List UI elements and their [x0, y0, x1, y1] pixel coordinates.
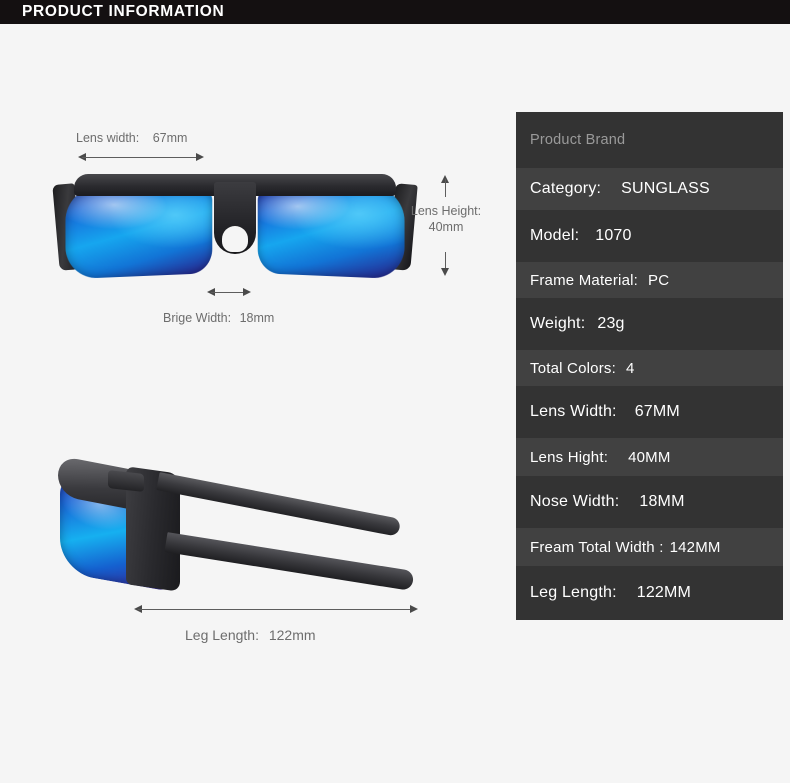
spec-row-label: Model:	[530, 227, 580, 244]
front-lens-left	[65, 184, 213, 280]
annotation-lens-height-label: Lens Height:	[410, 204, 482, 218]
annotation-lens-height-value: 40mm	[428, 220, 464, 234]
spec-row-label: Leg Length:	[530, 584, 617, 601]
lens-height-dimension-arrow-bottom	[441, 248, 450, 276]
specification-table: Product Brand Category: SUNGLASS Model: 1070…	[516, 112, 783, 620]
spec-row-value: 122MM	[636, 584, 692, 601]
arrow-line	[445, 179, 446, 197]
front-lens-right	[257, 184, 405, 280]
front-nose-bridge	[214, 182, 256, 254]
arrow-head-right-icon	[410, 605, 418, 613]
spec-row-value: 18MM	[639, 493, 685, 510]
annotation-bridge-width-label: Brige Width:	[163, 311, 232, 325]
sunglasses-front-view	[52, 174, 418, 286]
spec-row: Model: 1070	[516, 210, 783, 262]
side-temple-near	[164, 532, 415, 591]
page-title: PRODUCT INFORMATION	[22, 3, 225, 20]
front-frame-body	[65, 174, 405, 280]
spec-row: Lens Hight: 40MM	[516, 438, 783, 476]
spec-row-label: Fream Total Width :	[530, 538, 664, 556]
spec-row: Fream Total Width : 142MM	[516, 528, 783, 566]
spec-row: Category: SUNGLASS	[516, 168, 783, 210]
spec-row-label: Total Colors:	[530, 359, 616, 377]
spec-row: Weight: 23g	[516, 298, 783, 350]
annotation-leg-length-value: 122mm	[268, 627, 316, 643]
spec-row: Frame Material: PC	[516, 262, 783, 298]
spec-row-label: Lens Hight:	[530, 448, 609, 466]
leg-length-dimension-arrow	[134, 605, 418, 614]
annotation-bridge-width: Brige Width: 18mm	[163, 311, 274, 325]
side-hinge	[108, 470, 144, 492]
arrow-line	[82, 157, 200, 158]
spec-row-label: Frame Material:	[530, 271, 639, 289]
arrow-head-right-icon	[243, 288, 251, 296]
spec-row-value: 4	[625, 359, 635, 377]
annotation-lens-height: Lens Height: 40mm	[404, 203, 488, 235]
annotation-leg-length-label: Leg Length:	[185, 627, 259, 643]
arrow-line	[211, 292, 247, 293]
annotation-lens-width-label: Lens width:	[76, 131, 140, 145]
side-temple-far	[156, 472, 402, 537]
spec-row-label: Weight:	[530, 315, 586, 332]
spec-row: Total Colors: 4	[516, 350, 783, 386]
annotation-bridge-width-value: 18mm	[239, 311, 275, 325]
spec-row-value: 67MM	[634, 403, 680, 420]
spec-row-value: SUNGLASS	[621, 180, 710, 197]
spec-row-value: 23g	[597, 315, 625, 332]
arrow-line	[138, 609, 414, 610]
spec-row: Product Brand	[516, 112, 783, 168]
annotation-lens-width: Lens width: 67mm	[76, 131, 187, 145]
lens-width-dimension-arrow	[78, 153, 204, 162]
annotation-leg-length: Leg Length: 122mm	[185, 627, 316, 643]
spec-row: Leg Length: 122MM	[516, 566, 783, 620]
product-information-page: PRODUCT INFORMATION Lens width: 67mm Len…	[0, 0, 790, 783]
bridge-width-dimension-arrow	[207, 288, 251, 297]
spec-row-value: 40MM	[628, 448, 671, 466]
lens-height-dimension-arrow-top	[441, 175, 450, 201]
spec-row-label: Category:	[530, 180, 602, 197]
spec-row: Lens Width: 67MM	[516, 386, 783, 438]
arrow-head-right-icon	[196, 153, 204, 161]
spec-row-value: PC	[648, 271, 670, 289]
spec-row-label: Lens Width:	[530, 403, 617, 420]
annotation-lens-width-value: 67mm	[152, 131, 188, 145]
spec-row-value: 142MM	[669, 538, 721, 556]
arrow-head-bottom-icon	[441, 268, 449, 276]
spec-row-label: Product Brand	[530, 132, 626, 148]
spec-row: Nose Width: 18MM	[516, 476, 783, 528]
spec-row-value: 1070	[595, 227, 632, 244]
sunglasses-side-view	[40, 454, 416, 594]
spec-row-label: Nose Width:	[530, 493, 620, 510]
